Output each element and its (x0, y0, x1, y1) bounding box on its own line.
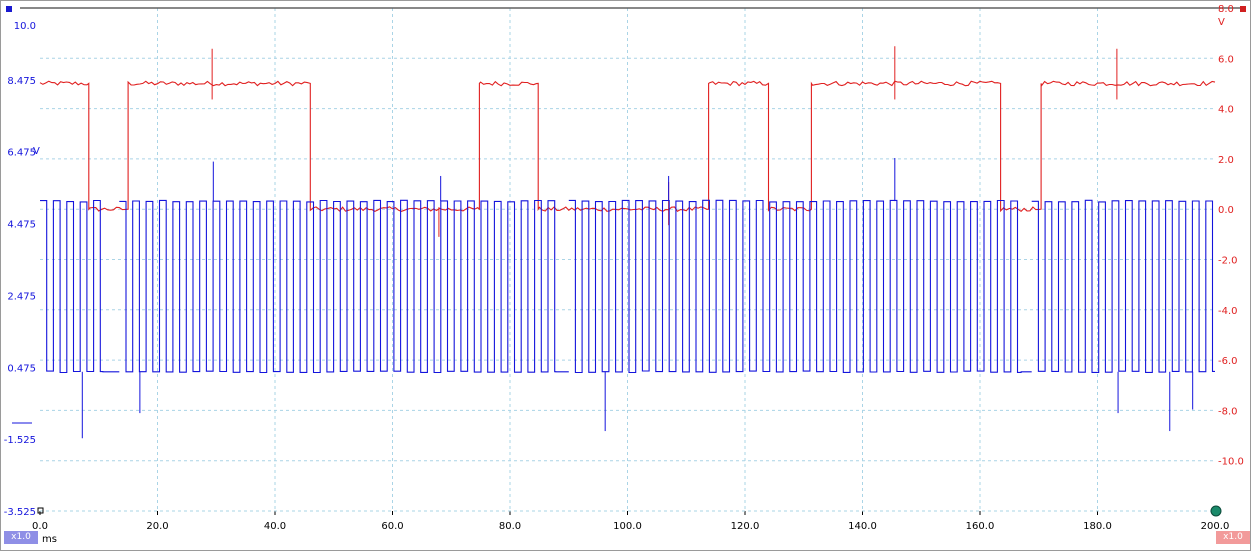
x-tick-label: 140.0 (848, 521, 877, 532)
x-tick-label: 180.0 (1083, 521, 1112, 532)
x-tick-label: 40.0 (264, 521, 286, 532)
left-scale-badge[interactable]: x1.0 (4, 531, 38, 544)
right-tick-label: 2.0 (1218, 155, 1234, 166)
left-tick-label: 10.0 (14, 21, 36, 32)
x-tick-label: 20.0 (146, 521, 168, 532)
left-tick-label: 8.475 (7, 76, 36, 87)
x-tick-label: 60.0 (381, 521, 403, 532)
x-tick-label: 80.0 (499, 521, 521, 532)
trigger-marker[interactable] (1210, 505, 1222, 517)
x-tick-label: 160.0 (966, 521, 995, 532)
x-tick-label: 100.0 (613, 521, 642, 532)
left-tick-label: 4.475 (7, 220, 36, 231)
x-tick-label: 120.0 (731, 521, 760, 532)
x-unit-label: ms (42, 534, 57, 545)
oscilloscope-chart: 0.0 20.0 40.0 60.0 80.0 100.0 120.0 140.0 160.0 1… (4, 4, 1244, 545)
right-tick-label: 6.0 (1218, 54, 1234, 65)
right-tick-label: 4.0 (1218, 105, 1234, 116)
right-tick-label: -8.0 (1218, 406, 1238, 417)
left-tick-label: -1.525 (4, 435, 36, 446)
right-unit-label: V (1218, 17, 1225, 28)
right-tick-label: -2.0 (1218, 256, 1238, 267)
left-tick-label: 2.475 (7, 291, 36, 302)
left-tick-label: -3.525 (4, 507, 36, 518)
right-tick-label: 8.0 (1218, 4, 1234, 15)
right-tick-label: -6.0 (1218, 356, 1238, 367)
right-tick-label: -10.0 (1218, 457, 1244, 468)
right-scale-badge[interactable]: x1.0 (1216, 531, 1250, 544)
left-unit-label: V (33, 146, 40, 157)
right-tick-label: 0.0 (1218, 205, 1234, 216)
left-tick-label: 6.475 (7, 148, 36, 159)
right-tick-label: -4.0 (1218, 306, 1238, 317)
left-tick-label: 0.475 (7, 363, 36, 374)
